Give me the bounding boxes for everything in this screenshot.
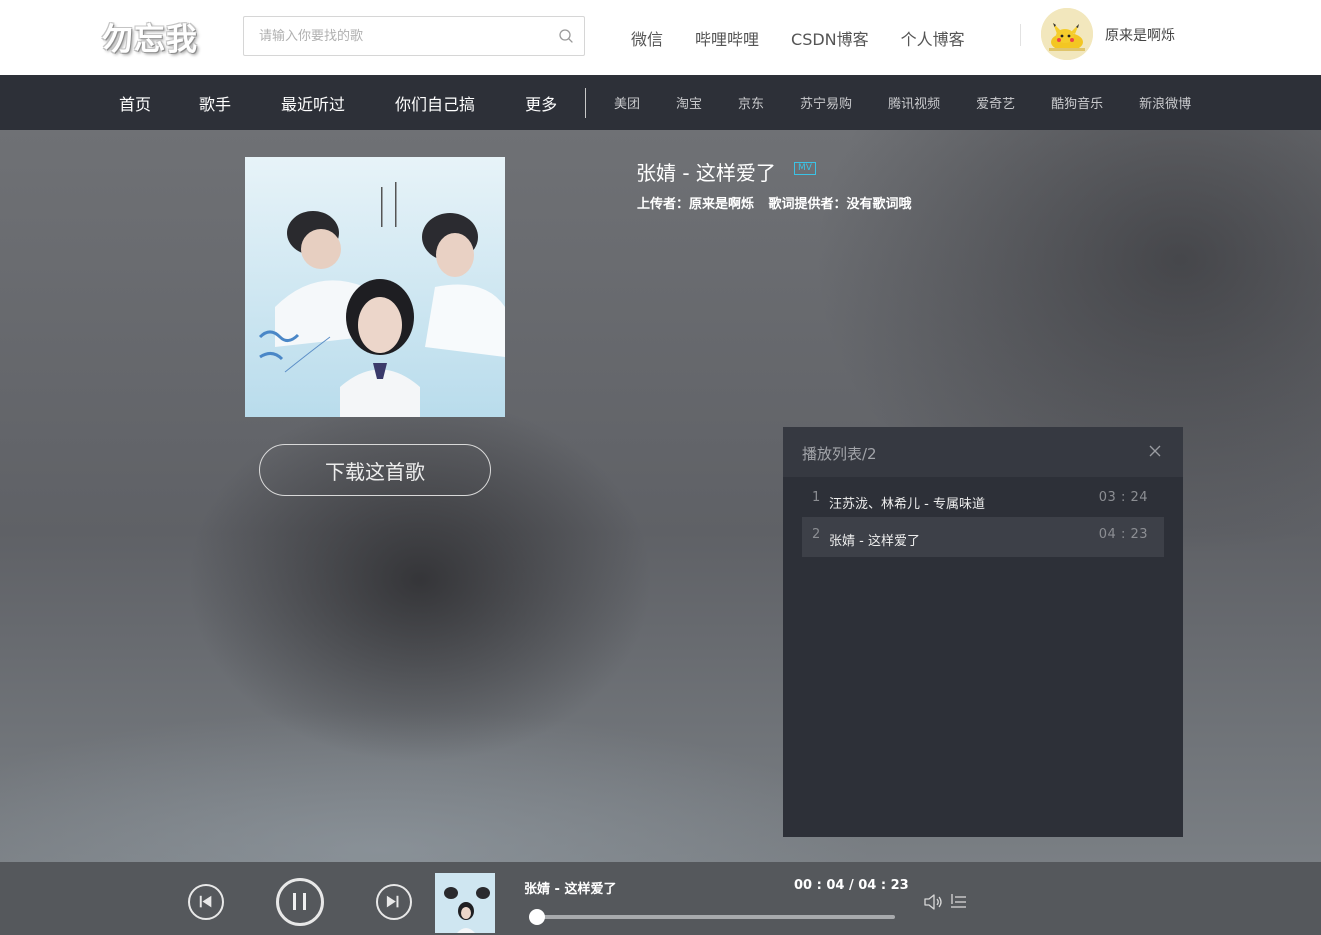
album-cover [245,157,505,417]
now-playing-title: 张婧 - 这样爱了 [524,882,617,897]
nav-sub-menu: 美团 淘宝 京东 苏宁易购 腾讯视频 爱奇艺 酷狗音乐 新浪微博 [614,75,1227,130]
nav-link-kugou[interactable]: 酷狗音乐 [1051,93,1103,112]
playlist-row-duration: 04 : 23 [1098,527,1148,542]
nav-item-recent[interactable]: 最近听过 [281,91,345,115]
main-nav: 首页 歌手 最近听过 你们自己搞 更多 美团 淘宝 京东 苏宁易购 腾讯视频 爱… [0,75,1321,130]
nav-item-diy[interactable]: 你们自己搞 [395,91,475,115]
nav-link-jd[interactable]: 京东 [738,93,764,112]
nav-link-weibo[interactable]: 新浪微博 [1139,93,1191,112]
nav-divider [585,88,586,118]
progress-knob[interactable] [529,909,546,925]
link-bilibili[interactable]: 哔哩哔哩 [695,26,759,50]
volume-icon[interactable] [923,893,943,911]
skip-next-icon [386,895,399,908]
playlist-panel: 播放列表/2 1 汪苏泷、林希儿 - 专属味道 03 : 24 2 张婧 - 这… [783,427,1183,837]
progress-bar[interactable] [529,909,895,925]
link-personal-blog[interactable]: 个人博客 [901,26,965,50]
search-icon[interactable] [558,28,574,44]
search-input[interactable] [244,17,544,55]
playback-time: 00 : 04 / 04 : 23 [794,878,909,893]
close-icon[interactable] [1148,444,1162,458]
avatar[interactable] [1041,8,1093,60]
uploader-label: 上传者：原来是啊烁 [637,197,755,212]
mv-badge[interactable]: MV [794,162,816,175]
playlist-row-title: 汪苏泷、林希儿 - 专属味道 [829,497,985,512]
header-divider [1020,24,1021,46]
skip-previous-icon [199,895,212,908]
nav-link-iqiyi[interactable]: 爱奇艺 [976,93,1015,112]
username[interactable]: 原来是啊烁 [1105,25,1175,45]
nav-item-home[interactable]: 首页 [119,91,151,115]
playlist-row-active[interactable]: 2 张婧 - 这样爱了 04 : 23 [802,517,1164,557]
nav-link-suning[interactable]: 苏宁易购 [800,93,852,112]
lyrics-provider-label: 歌词提供者：没有歌词哦 [768,197,912,212]
playlist-row-number: 1 [812,490,821,505]
nav-main-menu: 首页 歌手 最近听过 你们自己搞 更多 [119,75,557,130]
nav-item-more[interactable]: 更多 [525,91,557,115]
playlist-row-title: 张婧 - 这样爱了 [829,534,920,549]
playlist-row-duration: 03 : 24 [1098,490,1148,505]
next-button[interactable] [376,884,412,920]
pause-button[interactable] [276,878,324,926]
pikachu-avatar-icon [1041,8,1093,60]
site-logo[interactable]: 勿忘我 [102,14,198,59]
playlist-row[interactable]: 1 汪苏泷、林希儿 - 专属味道 03 : 24 [802,480,1164,520]
top-links: 微信 哔哩哔哩 CSDN博客 个人博客 [615,0,981,75]
link-wechat[interactable]: 微信 [631,26,663,50]
mini-album-art-image [435,873,495,933]
download-song-button[interactable]: 下载这首歌 [259,444,491,496]
pause-icon [293,893,306,910]
mini-album-cover[interactable] [435,873,495,933]
song-title: 张婧 - 这样爱了 [636,161,776,185]
album-art-image [245,157,505,417]
player-stage: 下载这首歌 张婧 - 这样爱了 MV 上传者：原来是啊烁 歌词提供者：没有歌词哦… [0,130,1321,862]
link-csdn-blog[interactable]: CSDN博客 [791,26,869,50]
player-bar: 张婧 - 这样爱了 00 : 04 / 04 : 23 [0,862,1321,935]
playlist-title: 播放列表/2 [802,445,877,463]
playlist-header: 播放列表/2 [783,427,1183,477]
previous-button[interactable] [188,884,224,920]
playlist-icon[interactable] [950,893,968,911]
playlist-row-number: 2 [812,527,821,542]
nav-item-singers[interactable]: 歌手 [199,91,231,115]
song-meta: 上传者：原来是啊烁 歌词提供者：没有歌词哦 [637,193,922,212]
top-header: 勿忘我 微信 哔哩哔哩 CSDN博客 个人博客 原来是啊烁 [0,0,1321,75]
nav-link-tencent-video[interactable]: 腾讯视频 [888,93,940,112]
nav-link-taobao[interactable]: 淘宝 [676,93,702,112]
search-box [243,16,585,56]
nav-link-meituan[interactable]: 美团 [614,93,640,112]
